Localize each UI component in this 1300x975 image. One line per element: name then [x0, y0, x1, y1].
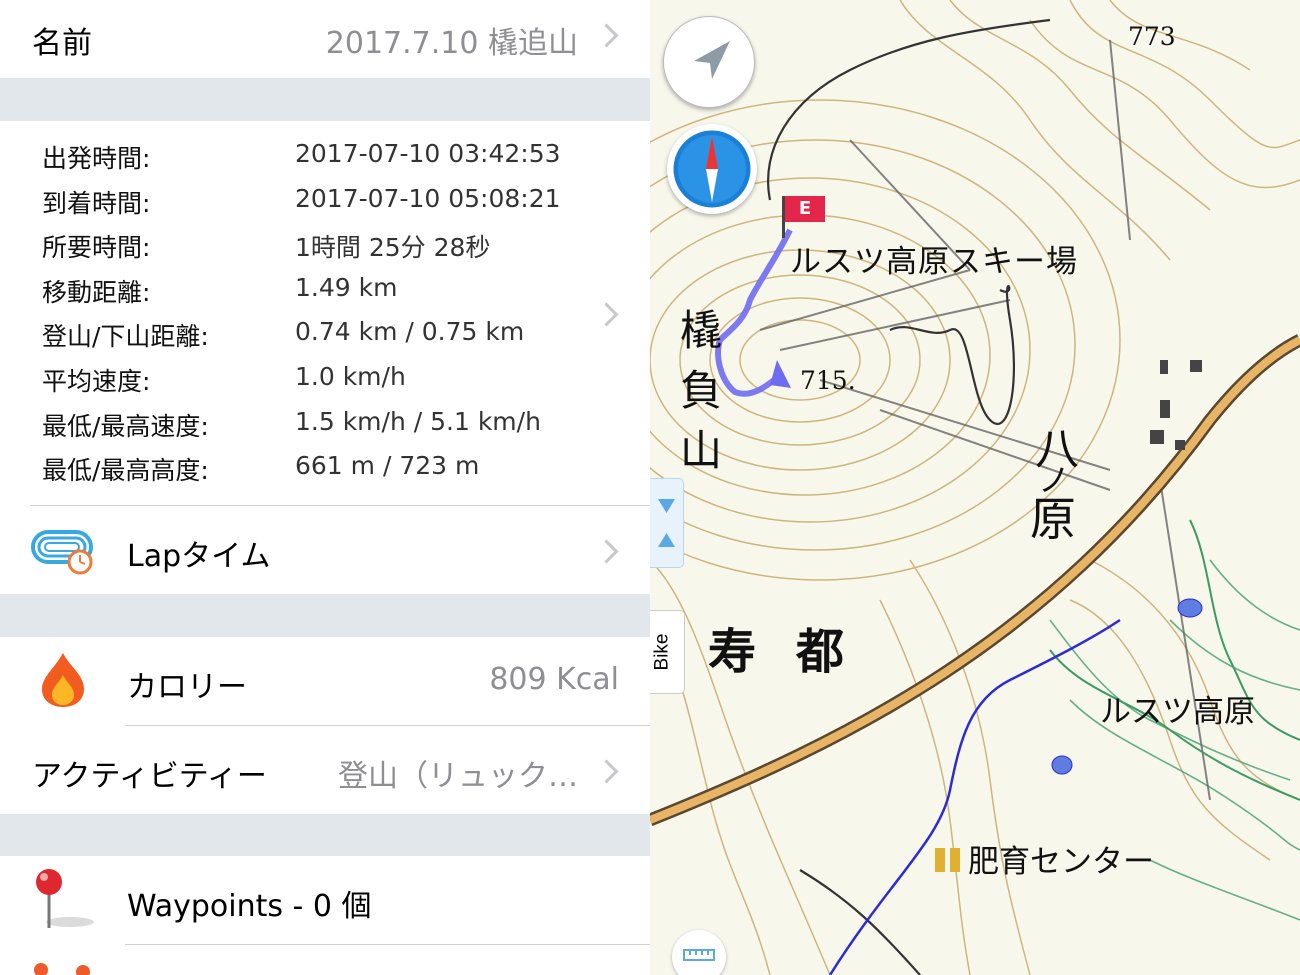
name-value: 2017.7.10 橇追山 [325, 26, 578, 61]
stat-key: 到着時間: [42, 188, 151, 218]
calorie-value: 809 Kcal [489, 662, 619, 697]
activity-row[interactable]: アクティビティー 登山（リュック… [0, 726, 650, 814]
next-row-partial [0, 945, 650, 975]
end-flag-label: E [785, 196, 825, 222]
bike-tab-label: Bike [651, 633, 673, 671]
stats-row[interactable]: 出発時間: 2017-07-10 03:42:53 到着時間: 2017-07-10 … [0, 121, 650, 505]
partial-icon [76, 965, 90, 975]
map-place-label: 寿 [708, 624, 757, 680]
elevation-label: 773 [1128, 22, 1176, 51]
calorie-label: カロリー [127, 670, 247, 705]
stat-value: 2017-07-10 03:42:53 [295, 139, 561, 168]
flame-icon [38, 651, 88, 713]
lap-label: Lapタイム [127, 539, 271, 574]
waypoints-row[interactable]: Waypoints - 0 個 [0, 856, 650, 944]
lap-row[interactable]: Lapタイム [0, 506, 650, 594]
compass-button[interactable] [667, 124, 757, 214]
chevron-right-icon [594, 539, 619, 564]
name-label: 名前 [32, 26, 92, 61]
stat-value: 1.49 km [295, 272, 398, 302]
activity-value: 登山（リュック… [338, 759, 578, 794]
current-location-button[interactable] [663, 16, 755, 108]
panel-resize-handle[interactable] [650, 478, 684, 568]
elevation-label: 715. [800, 366, 856, 395]
section-separator [0, 814, 650, 856]
waypoints-label: Waypoints - 0 個 [127, 889, 372, 924]
stat-key: 所要時間: [42, 233, 151, 263]
stat-value: 0.74 km / 0.75 km [295, 317, 525, 347]
stat-key: 最低/最高高度: [42, 456, 209, 486]
scale-button[interactable] [672, 930, 726, 975]
compass-icon [670, 127, 754, 211]
section-separator [0, 78, 650, 121]
name-row[interactable]: 名前 2017.7.10 橇追山 [0, 0, 650, 78]
stat-value: 1時間 25分 28秒 [295, 233, 491, 263]
map-place-label: 負 [680, 366, 723, 415]
ruler-icon [683, 949, 715, 961]
stat-value: 1.5 km/h / 5.1 km/h [295, 406, 541, 436]
location-arrow-icon [694, 41, 730, 79]
stat-value: 1.0 km/h [295, 362, 406, 391]
map-place-label: 肥育センター [968, 844, 1154, 880]
stat-key: 登山/下山距離: [42, 322, 209, 352]
map-place-label: ルスツ高原スキー場 [790, 244, 1078, 280]
chevron-right-icon [594, 302, 619, 327]
activity-label: アクティビティー [32, 759, 267, 794]
stat-value: 661 m / 723 m [295, 451, 480, 481]
pin-icon [30, 866, 100, 940]
expand-arrows-icon [658, 499, 675, 547]
calorie-row: カロリー 809 Kcal [0, 637, 650, 725]
map-place-label: 山 [680, 426, 723, 475]
map-place-label: ルスツ高原 [1100, 694, 1255, 730]
track-detail-panel: 名前 2017.7.10 橇追山 出発時間: 2017-07-10 03:42:5… [0, 0, 650, 975]
partial-icon [34, 963, 48, 975]
stat-value: 2017-07-10 05:08:21 [295, 183, 561, 213]
stat-key: 最低/最高速度: [42, 411, 209, 441]
map-place-label: 橇 [680, 306, 723, 355]
map-view[interactable]: 773 715. ルスツ高原スキー場 橇 負 山 八 ノ 原 寿 都 ルスツ高原… [650, 0, 1300, 975]
lap-time-icon [30, 526, 100, 582]
section-separator [0, 594, 650, 637]
map-place-label: 原 [1030, 492, 1076, 546]
stat-key: 平均速度: [42, 367, 151, 396]
stat-key: 移動距離: [42, 277, 151, 307]
chevron-right-icon [594, 759, 619, 784]
map-place-label: 都 [796, 624, 845, 680]
stat-key: 出発時間: [42, 144, 151, 173]
chevron-right-icon [594, 23, 619, 48]
bike-mode-tab[interactable]: Bike [650, 610, 685, 694]
